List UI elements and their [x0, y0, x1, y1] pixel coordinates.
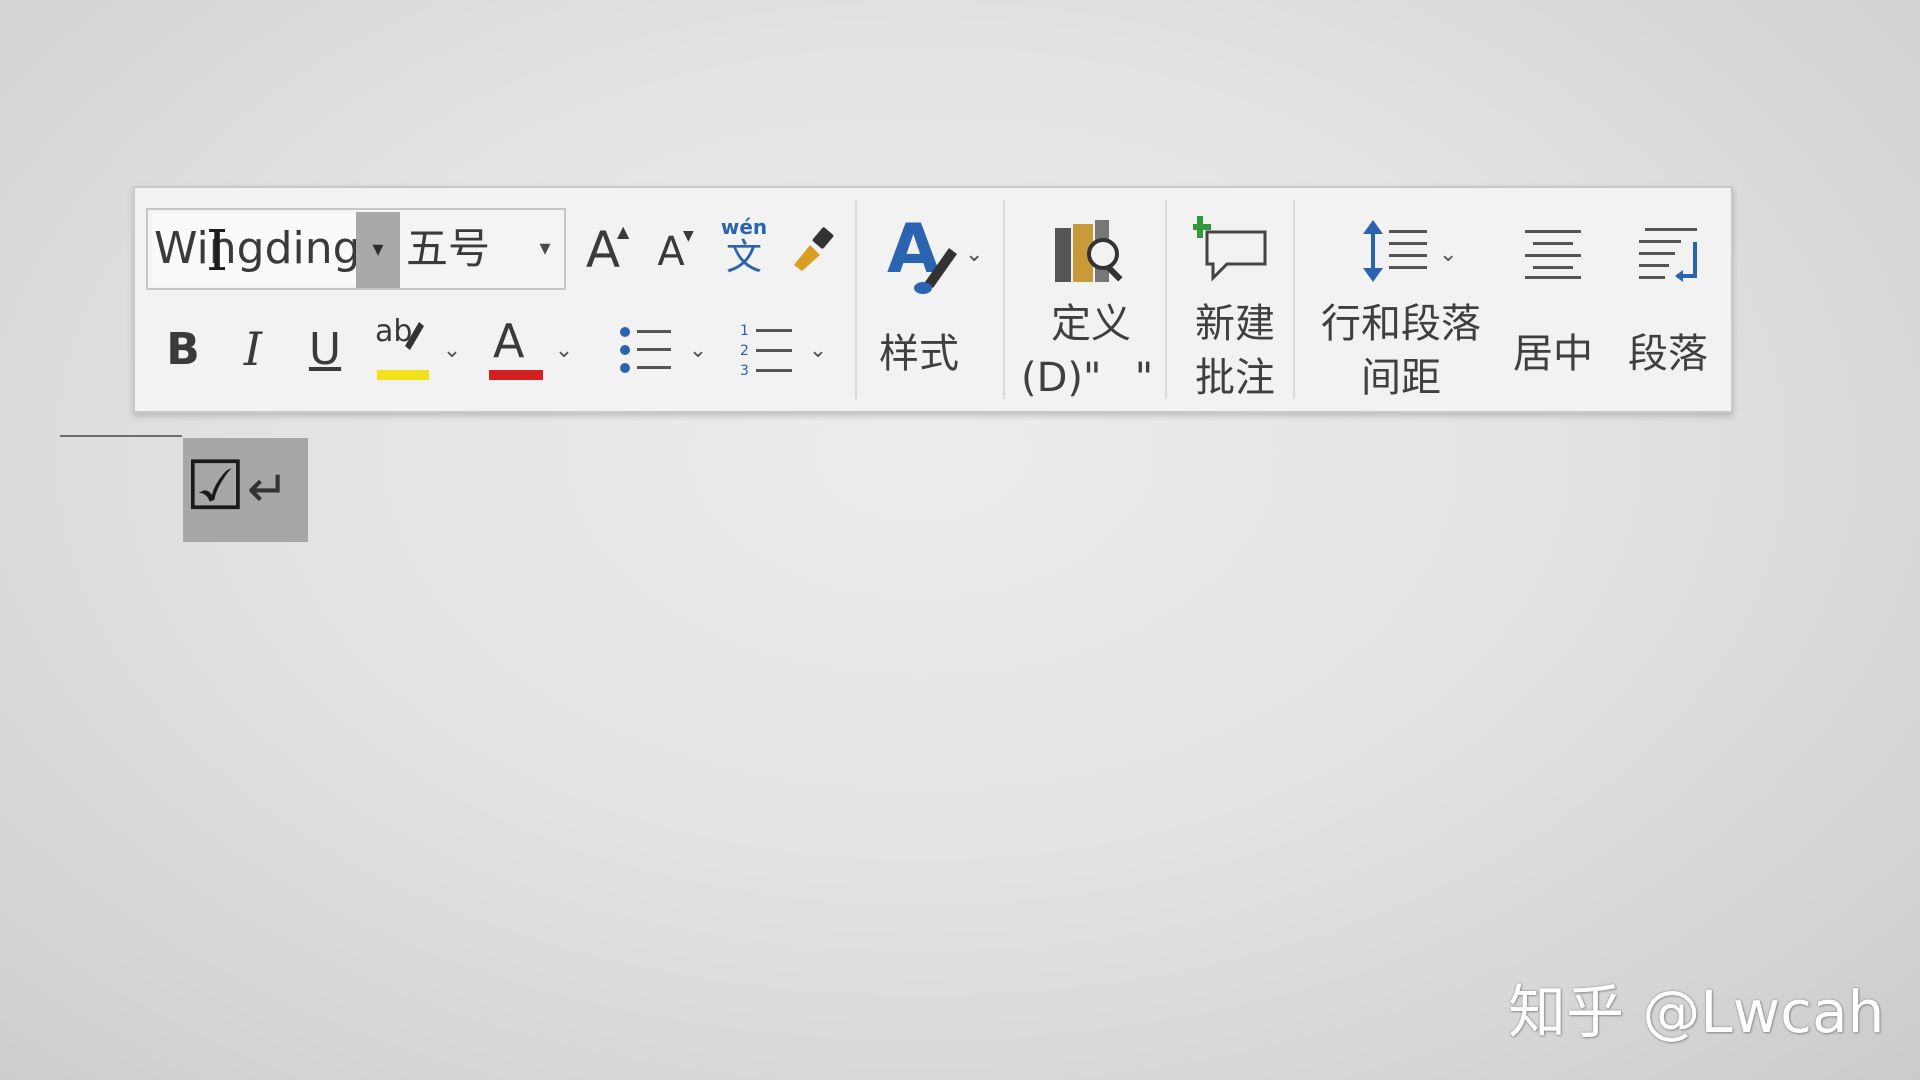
- highlight-dropdown-button[interactable]: ⌄: [437, 328, 467, 372]
- toolbar-separator: [1165, 200, 1167, 399]
- define-button[interactable]: 定义 (D)" ": [1011, 202, 1161, 402]
- font-color-dropdown-button[interactable]: ⌄: [549, 328, 579, 372]
- center-button[interactable]: 居中: [1499, 202, 1607, 402]
- mini-toolbar: Wingding I ▾ 五号 ▾ A ▲ A ▼ wén 文 B I U ab: [133, 186, 1733, 413]
- define-label-line2: (D)": [1021, 355, 1102, 401]
- line-spacing-button[interactable]: ⌄ 行和段落 间距: [1311, 202, 1491, 402]
- toolbar-separator: [1293, 200, 1295, 399]
- font-name-dropdown-button[interactable]: ▾: [356, 212, 400, 288]
- phonetic-char-icon: 文: [725, 237, 762, 278]
- selected-checkbox-text[interactable]: ☑ ↵: [183, 438, 308, 542]
- checkbox-checked-icon: ☑: [185, 447, 246, 526]
- bold-icon: B: [166, 323, 200, 375]
- font-color-bar: [489, 370, 543, 380]
- font-size-input[interactable]: 五号: [402, 214, 516, 284]
- watermark: 知乎 @Lwcah: [1508, 978, 1885, 1046]
- center-label: 居中: [1513, 331, 1593, 377]
- line-spacing-label-line2: 间距: [1361, 355, 1441, 401]
- line-spacing-dropdown-icon: ⌄: [1439, 242, 1458, 267]
- caret-up-icon: ▲: [617, 222, 630, 241]
- styles-dropdown-icon: ⌄: [965, 242, 984, 267]
- grow-font-icon: A: [585, 221, 621, 279]
- define-stray-quote: ": [1134, 355, 1154, 401]
- format-painter-button[interactable]: [783, 220, 845, 282]
- phonetic-ruby-text: wén: [720, 215, 768, 239]
- caret-down-icon: ▼: [683, 228, 694, 244]
- bullets-dropdown-button[interactable]: ⌄: [683, 328, 713, 372]
- paragraph-settings-icon: [1639, 228, 1697, 282]
- shrink-font-button[interactable]: A ▼: [643, 222, 699, 282]
- new-comment-label-line2: 批注: [1195, 355, 1275, 401]
- paragraph-label: 段落: [1628, 331, 1708, 377]
- new-comment-icon: [1193, 216, 1267, 282]
- define-label-line1: 定义: [1051, 301, 1131, 347]
- font-size-dropdown-button[interactable]: ▾: [528, 214, 562, 284]
- styles-label: 样式: [879, 331, 959, 377]
- highlight-color-bar: [377, 370, 429, 380]
- numbering-dropdown-button[interactable]: ⌄: [803, 328, 833, 372]
- line-spacing-label-line1: 行和段落: [1321, 301, 1481, 347]
- italic-icon: I: [243, 322, 263, 376]
- numbered-list-icon: 1 2 3: [740, 323, 792, 379]
- font-color-button[interactable]: A: [481, 308, 545, 392]
- paragraph-button[interactable]: 段落: [1613, 202, 1723, 402]
- line-spacing-icon: [1363, 220, 1427, 282]
- svg-text:1: 1: [740, 323, 749, 339]
- align-center-icon: [1525, 230, 1581, 279]
- font-color-icon: A: [493, 314, 525, 368]
- highlight-pen-icon: [405, 322, 424, 350]
- toolbar-separator: [1003, 200, 1005, 399]
- svg-text:3: 3: [740, 363, 749, 379]
- ruler-line: [60, 435, 182, 437]
- underline-button[interactable]: U: [295, 314, 355, 384]
- numbering-button[interactable]: 1 2 3: [733, 312, 799, 388]
- new-comment-label-line1: 新建: [1195, 301, 1275, 347]
- styles-button[interactable]: A ⌄ 样式: [871, 202, 1001, 402]
- bullet-list-icon: [620, 327, 671, 373]
- font-name-input[interactable]: Wingding: [152, 214, 358, 284]
- grow-font-button[interactable]: A ▲: [573, 218, 633, 282]
- define-book-icon: [1055, 220, 1123, 282]
- toolbar-separator: [855, 200, 857, 399]
- ibeam-cursor-icon: I: [206, 219, 229, 284]
- phonetic-guide-button[interactable]: wén 文: [713, 210, 775, 284]
- highlight-button[interactable]: ab: [367, 308, 437, 392]
- new-comment-button[interactable]: 新建 批注: [1175, 202, 1295, 402]
- format-painter-icon: [794, 227, 834, 271]
- italic-button[interactable]: I: [225, 314, 281, 384]
- bold-button[interactable]: B: [155, 314, 211, 384]
- styles-icon: A: [887, 212, 957, 294]
- svg-text:2: 2: [740, 343, 749, 359]
- bullets-button[interactable]: [613, 312, 677, 388]
- shrink-font-icon: A: [657, 229, 685, 275]
- paragraph-return-icon: ↵: [247, 460, 289, 518]
- font-combo: Wingding I ▾ 五号 ▾: [146, 208, 566, 290]
- underline-icon: U: [308, 323, 342, 375]
